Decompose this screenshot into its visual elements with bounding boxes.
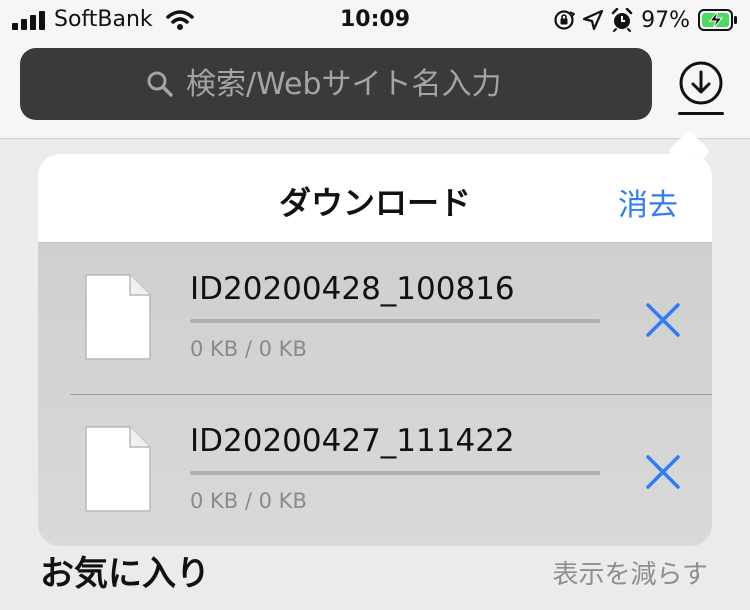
search-input[interactable] <box>186 66 526 102</box>
popover-header: ダウンロード 消去 <box>38 154 712 243</box>
downloads-list: ID20200428_100816 0 KB / 0 KB ID20200427… <box>38 243 712 546</box>
status-icons: 97% <box>553 7 738 33</box>
download-file-size: 0 KB / 0 KB <box>190 337 307 361</box>
popover-title: ダウンロード <box>278 184 471 222</box>
location-icon <box>583 10 604 30</box>
status-bar: SoftBank 10:09 97% <box>0 0 750 40</box>
download-progress-bar <box>190 471 600 475</box>
file-icon <box>85 426 151 512</box>
downloads-popover: ダウンロード 消去 ID20200428_100816 0 KB / 0 KB <box>38 154 712 546</box>
clear-button[interactable]: 消去 <box>618 180 678 224</box>
download-file-size: 0 KB / 0 KB <box>190 489 307 513</box>
cancel-download-icon[interactable] <box>644 301 682 339</box>
favorites-title: お気に入り <box>40 554 210 594</box>
download-item[interactable]: ID20200427_111422 0 KB / 0 KB <box>38 395 712 546</box>
alarm-icon <box>611 8 633 32</box>
download-item[interactable]: ID20200428_100816 0 KB / 0 KB <box>38 243 712 395</box>
download-icon[interactable] <box>676 60 726 114</box>
search-icon <box>147 71 173 97</box>
search-bar[interactable] <box>20 48 652 120</box>
download-file-name: ID20200428_100816 <box>190 271 515 307</box>
cancel-download-icon[interactable] <box>644 453 682 491</box>
download-file-name: ID20200427_111422 <box>190 423 515 459</box>
battery-charging-icon <box>698 9 737 31</box>
download-progress-bar <box>190 319 600 323</box>
browser-toolbar <box>0 40 750 139</box>
show-less-button[interactable]: 表示を減らす <box>553 554 708 591</box>
download-active-indicator <box>678 112 724 115</box>
orientation-lock-icon <box>554 10 576 30</box>
file-icon <box>85 274 151 360</box>
battery-percent: 97% <box>641 7 690 33</box>
